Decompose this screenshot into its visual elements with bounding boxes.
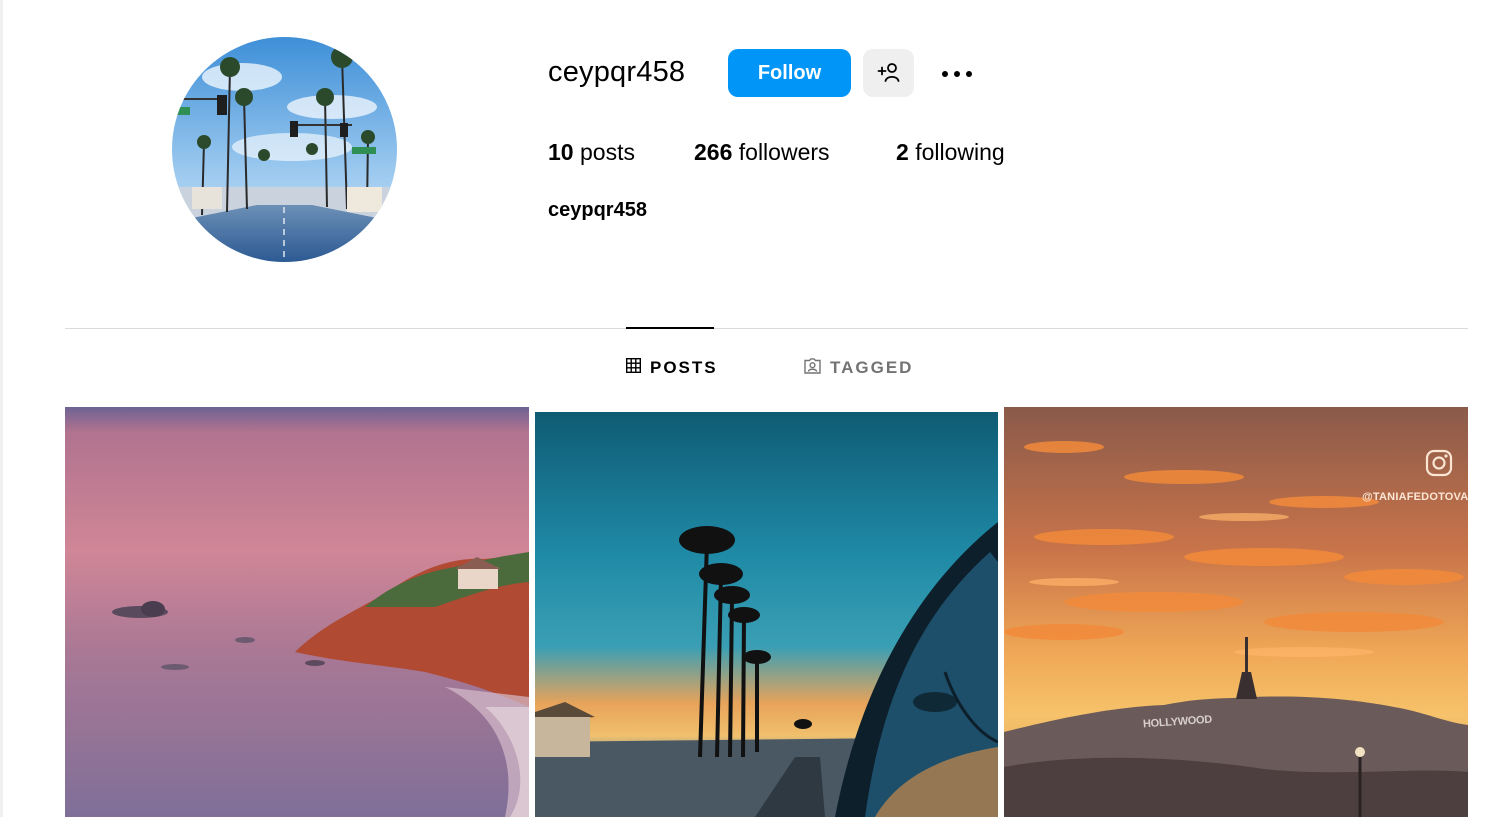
followers-count-label: followers — [738, 139, 830, 165]
following-link[interactable]: 2 following — [896, 139, 1005, 166]
tagged-icon — [804, 357, 821, 379]
posts-count: 10 posts — [548, 139, 635, 166]
more-options-button[interactable] — [937, 58, 977, 88]
window-edge — [0, 0, 3, 817]
profile-username: ceypqr458 — [548, 56, 686, 88]
suggested-accounts-button[interactable] — [863, 49, 914, 97]
post-thumbnail[interactable] — [65, 407, 529, 817]
tab-tagged[interactable]: TAGGED — [804, 356, 913, 380]
grid-icon — [625, 357, 642, 378]
tabs-divider — [65, 328, 1468, 329]
tab-posts-label: POSTS — [650, 358, 718, 377]
tab-tagged-label: TAGGED — [830, 358, 914, 377]
post-thumbnail[interactable] — [535, 412, 998, 817]
tab-posts[interactable]: POSTS — [625, 356, 718, 380]
photo-credit-watermark: @TANIAFEDOTOVA — [1362, 491, 1469, 503]
more-options-icon — [940, 66, 974, 81]
add-person-icon — [877, 61, 901, 86]
followers-count-value: 266 — [694, 139, 733, 165]
profile-avatar[interactable] — [172, 37, 397, 262]
profile-display-name: ceypqr458 — [548, 199, 647, 221]
followers-link[interactable]: 266 followers — [694, 139, 830, 166]
instagram-watermark-icon — [1425, 449, 1453, 482]
following-count-value: 2 — [896, 139, 909, 165]
posts-count-label: posts — [579, 139, 635, 165]
posts-count-value: 10 — [548, 139, 574, 165]
follow-button[interactable]: Follow — [728, 49, 851, 97]
active-tab-indicator — [626, 327, 714, 329]
following-count-label: following — [915, 139, 1005, 165]
post-thumbnail[interactable] — [1004, 407, 1468, 817]
